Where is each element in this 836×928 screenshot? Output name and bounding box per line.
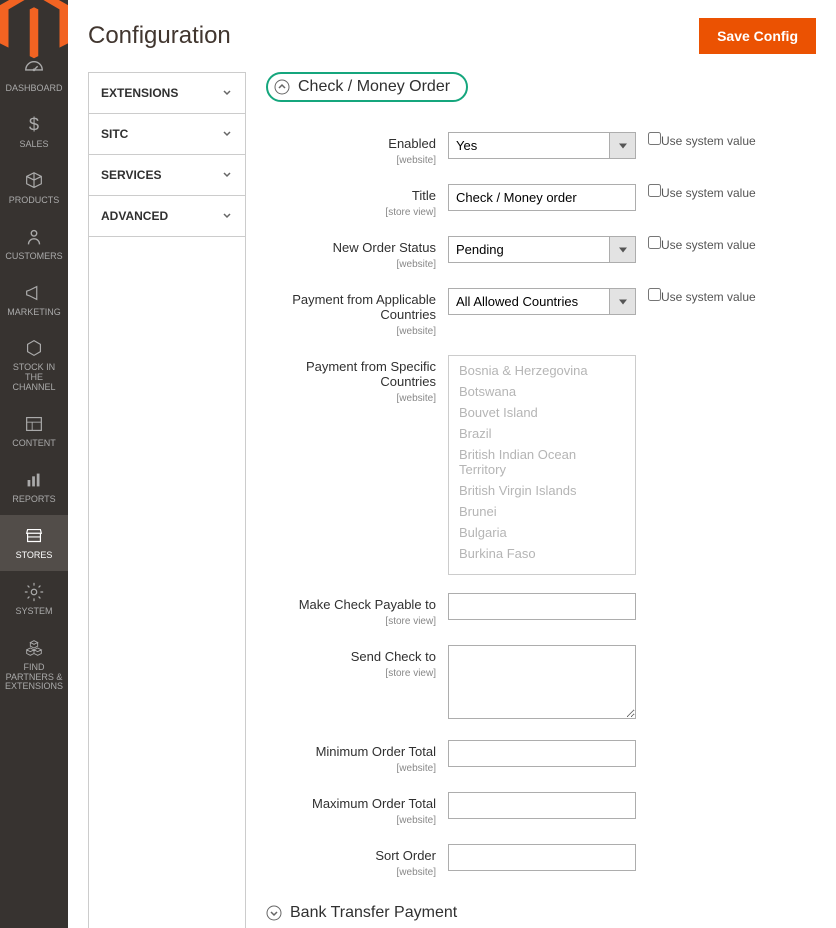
config-accordion: EXTENSIONSSITCSERVICESADVANCED — [88, 72, 246, 928]
country-option[interactable]: Brunei — [449, 501, 635, 522]
accordion-sitc[interactable]: SITC — [89, 114, 245, 155]
label-new-order-status: New Order Status — [266, 240, 436, 255]
label-send-to: Send Check to — [266, 649, 436, 664]
accordion-advanced[interactable]: ADVANCED — [89, 196, 245, 237]
nav-stock-in-the-channel[interactable]: STOCK IN THE CHANNEL — [0, 327, 68, 403]
nav-products[interactable]: PRODUCTS — [0, 160, 68, 216]
country-option[interactable]: Brazil — [449, 423, 635, 444]
section-toggle-bank-transfer[interactable]: Bank Transfer Payment — [266, 898, 816, 928]
nav-find-partners-extensions[interactable]: FIND PARTNERS & EXTENSIONS — [0, 627, 68, 703]
save-config-button[interactable]: Save Config — [699, 18, 816, 54]
nav-stores[interactable]: STORES — [0, 515, 68, 571]
collapse-icon — [274, 79, 290, 95]
applicable-countries-system-checkbox[interactable] — [648, 288, 661, 301]
applicable-countries-select[interactable]: All Allowed Countries — [448, 288, 636, 315]
accordion-extensions[interactable]: EXTENSIONS — [89, 73, 245, 114]
enabled-select[interactable]: Yes — [448, 132, 636, 159]
new-order-status-system-checkbox[interactable] — [648, 236, 661, 249]
max-total-input[interactable] — [448, 792, 636, 819]
nav-dashboard[interactable]: DASHBOARD — [0, 48, 68, 104]
nav-system[interactable]: SYSTEM — [0, 571, 68, 627]
nav-marketing[interactable]: MARKETING — [0, 272, 68, 328]
nav-content[interactable]: CONTENT — [0, 403, 68, 459]
section-title: Check / Money Order — [298, 78, 450, 96]
label-applicable-countries: Payment from Applicable Countries — [266, 292, 436, 322]
new-order-status-select[interactable]: Pending — [448, 236, 636, 263]
label-specific-countries: Payment from Specific Countries — [266, 359, 436, 389]
label-enabled: Enabled — [266, 136, 436, 151]
accordion-services[interactable]: SERVICES — [89, 155, 245, 196]
nav-reports[interactable]: REPORTS — [0, 459, 68, 515]
svg-text:$: $ — [29, 114, 39, 135]
country-option[interactable]: Botswana — [449, 381, 635, 402]
section-toggle-check-money-order[interactable]: Check / Money Order — [266, 72, 468, 102]
nav-sales[interactable]: $SALES — [0, 104, 68, 160]
label-min-total: Minimum Order Total — [266, 744, 436, 759]
magento-logo[interactable] — [0, 0, 68, 48]
country-option[interactable]: British Indian Ocean Territory — [449, 444, 635, 480]
country-option[interactable]: Bouvet Island — [449, 402, 635, 423]
expand-icon — [266, 905, 282, 921]
sort-order-input[interactable] — [448, 844, 636, 871]
send-to-textarea[interactable] — [448, 645, 636, 719]
payable-to-input[interactable] — [448, 593, 636, 620]
country-option[interactable]: Bosnia & Herzegovina — [449, 360, 635, 381]
title-system-checkbox[interactable] — [648, 184, 661, 197]
country-option[interactable]: Bulgaria — [449, 522, 635, 543]
title-input[interactable] — [448, 184, 636, 211]
label-sort-order: Sort Order — [266, 848, 436, 863]
nav-customers[interactable]: CUSTOMERS — [0, 216, 68, 272]
enabled-system-checkbox[interactable] — [648, 132, 661, 145]
section2-title: Bank Transfer Payment — [290, 904, 457, 922]
label-title: Title — [266, 188, 436, 203]
label-payable-to: Make Check Payable to — [266, 597, 436, 612]
country-option[interactable]: Burkina Faso — [449, 543, 635, 564]
page-title: Configuration — [88, 22, 231, 50]
specific-countries-multiselect[interactable]: Bosnia & HerzegovinaBotswanaBouvet Islan… — [448, 355, 636, 575]
label-max-total: Maximum Order Total — [266, 796, 436, 811]
country-option[interactable]: British Virgin Islands — [449, 480, 635, 501]
min-total-input[interactable] — [448, 740, 636, 767]
admin-sidebar: DASHBOARD$SALESPRODUCTSCUSTOMERSMARKETIN… — [0, 0, 68, 928]
